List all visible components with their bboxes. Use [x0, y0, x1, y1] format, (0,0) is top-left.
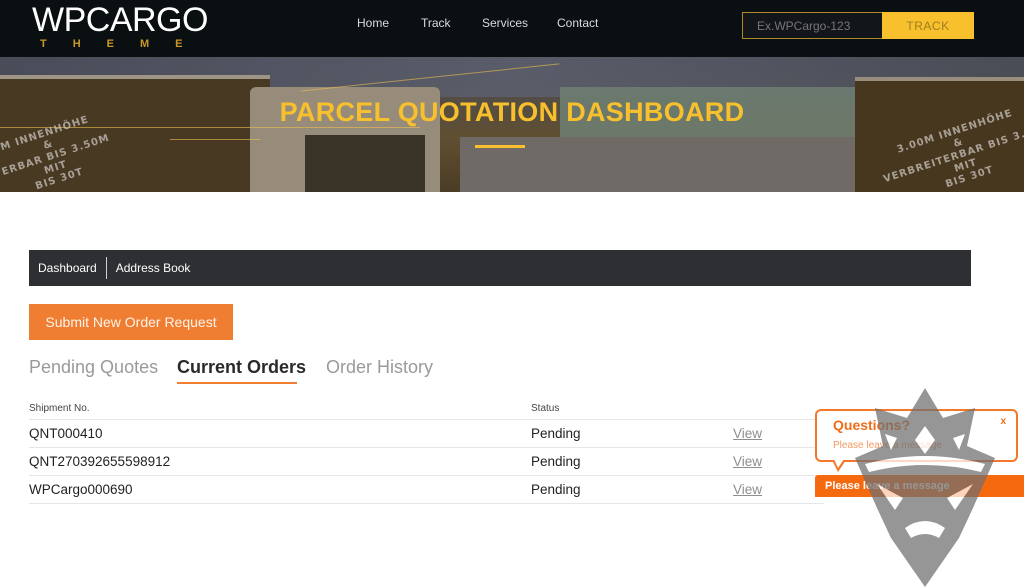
chat-title: Questions? [833, 417, 911, 433]
view-link[interactable]: View [733, 482, 762, 497]
header-shipment-no: Shipment No. [29, 403, 90, 414]
chat-subtitle: Please leave a message [833, 440, 942, 451]
title-underline [475, 145, 525, 148]
tab-pending-quotes[interactable]: Pending Quotes [29, 357, 158, 378]
active-tab-indicator [177, 382, 297, 384]
nav-services[interactable]: Services [482, 16, 528, 30]
shipment-status: Pending [531, 454, 581, 469]
table-row: QNT270392655598912 Pending View [29, 448, 824, 476]
shipment-number: WPCargo000690 [29, 482, 133, 497]
shipment-number: QNT270392655598912 [29, 454, 171, 469]
logo-main-text: WPCARGO [32, 1, 208, 39]
nav-contact[interactable]: Contact [557, 16, 598, 30]
dashboard-subnav: Dashboard Address Book [29, 250, 971, 286]
orders-table: Shipment No. Status QNT000410 Pending Vi… [29, 401, 824, 504]
nav-home[interactable]: Home [357, 16, 389, 30]
chat-prompt-bubble[interactable]: Questions? Please leave a message x [815, 409, 1018, 462]
table-row: QNT000410 Pending View [29, 420, 824, 448]
table-row: WPCargo000690 Pending View [29, 476, 824, 504]
logo-sub-text: THEME [40, 38, 209, 50]
shipment-status: Pending [531, 482, 581, 497]
shipment-status: Pending [531, 426, 581, 441]
view-link[interactable]: View [733, 454, 762, 469]
submit-new-order-button[interactable]: Submit New Order Request [29, 304, 233, 340]
subnav-dashboard[interactable]: Dashboard [29, 261, 106, 275]
chat-widget-bar[interactable]: Please leave a message [815, 475, 1024, 497]
track-form: TRACK [742, 12, 974, 39]
hero-banner: M INNENHÖHE & TERBAR BIS 3.50M MIT BIS 3… [0, 57, 1024, 192]
site-logo[interactable]: WPCARGO THEME [32, 2, 209, 50]
chat-bubble-tail-inner [834, 459, 844, 468]
view-link[interactable]: View [733, 426, 762, 441]
page-title: PARCEL QUOTATION DASHBOARD [279, 97, 745, 127]
tracking-number-input[interactable] [742, 12, 882, 39]
tab-order-history[interactable]: Order History [326, 357, 433, 378]
top-header: WPCARGO THEME Home Track Services Contac… [0, 0, 1024, 57]
table-header: Shipment No. Status [29, 401, 824, 420]
track-button[interactable]: TRACK [882, 12, 974, 39]
subnav-address-book[interactable]: Address Book [107, 261, 200, 275]
light-streak [170, 139, 260, 140]
close-icon[interactable]: x [1000, 416, 1006, 427]
nav-track[interactable]: Track [421, 16, 451, 30]
shipment-number: QNT000410 [29, 426, 103, 441]
header-status: Status [531, 403, 560, 414]
tab-current-orders[interactable]: Current Orders [177, 357, 306, 378]
